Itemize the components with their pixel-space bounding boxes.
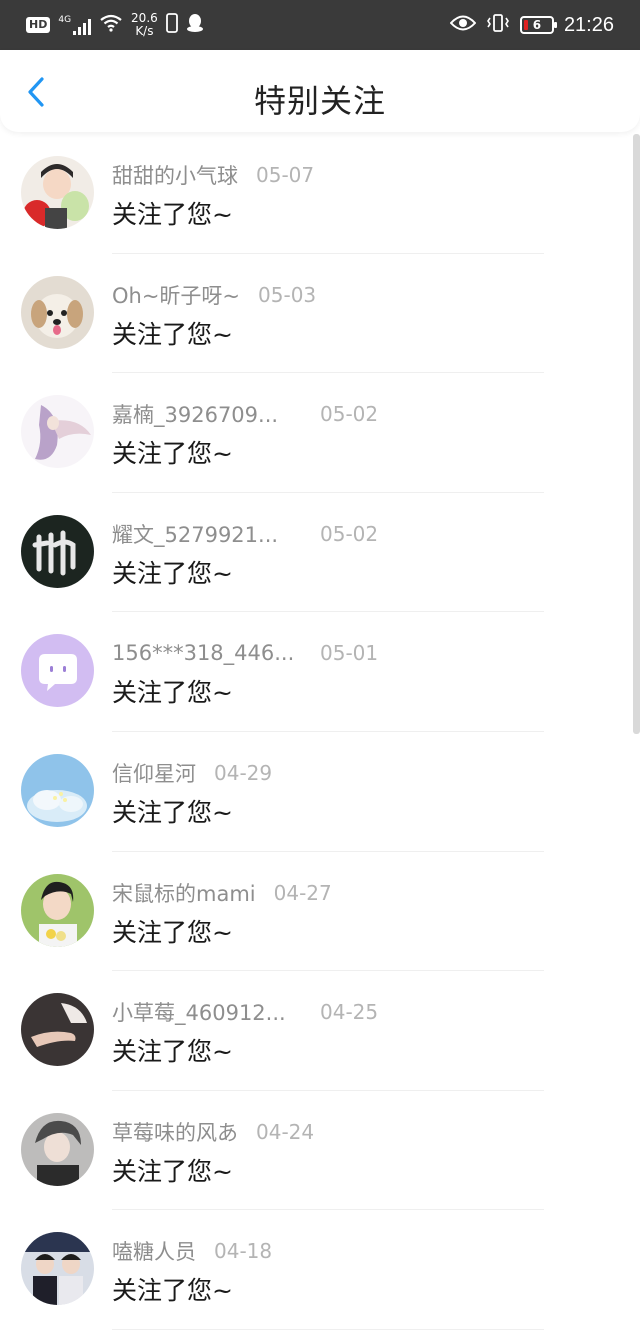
- name-line: 156***318_446... 05-01: [112, 638, 378, 668]
- follow-message: 关注了您~: [112, 797, 233, 827]
- user-name[interactable]: 嘉楠_3926709...: [112, 399, 302, 429]
- user-name[interactable]: 草莓味的风あ: [112, 1117, 238, 1147]
- follow-list: 甜甜的小气球 05-07 关注了您~ Oh~昕子呀~ 05-03 关注了您~ 嘉…: [0, 134, 640, 1330]
- list-item[interactable]: 嗑糖人员 04-18 关注了您~: [0, 1210, 640, 1330]
- follow-date: 05-07: [256, 163, 315, 187]
- battery-icon: 6: [519, 16, 557, 34]
- name-line: 小草莓_460912... 04-25: [112, 997, 378, 1027]
- signal-icon: 4G: [58, 15, 92, 35]
- avatar[interactable]: [21, 993, 94, 1067]
- follow-date: 05-03: [258, 282, 317, 307]
- avatar[interactable]: [21, 156, 94, 229]
- avatar[interactable]: [21, 634, 94, 708]
- name-line: 嗑糖人员 04-18: [112, 1236, 272, 1266]
- user-name[interactable]: Oh~昕子呀~: [112, 280, 240, 310]
- user-name[interactable]: 嗑糖人员: [112, 1236, 196, 1266]
- status-bar-left: HD 4G 20.6 K/s: [26, 10, 204, 40]
- follow-message: 关注了您~: [112, 1037, 233, 1067]
- status-bar-right: 6 21:26: [449, 10, 614, 40]
- name-line: 甜甜的小气球 05-07: [112, 160, 314, 190]
- list-item[interactable]: 信仰星河 04-29 关注了您~: [0, 732, 640, 852]
- follow-date: 05-01: [320, 641, 379, 666]
- speed-unit: K/s: [135, 24, 154, 38]
- avatar[interactable]: [21, 275, 94, 349]
- avatar[interactable]: [21, 1232, 94, 1306]
- follow-message: 关注了您~: [112, 558, 233, 588]
- follow-date: 04-18: [214, 1239, 273, 1264]
- list-item[interactable]: 嘉楠_3926709... 05-02 关注了您~: [0, 373, 640, 493]
- list-item[interactable]: 甜甜的小气球 05-07 关注了您~: [0, 134, 640, 254]
- follow-date: 04-29: [214, 760, 273, 785]
- network-type: 4G: [58, 15, 72, 25]
- status-bar: HD 4G 20.6 K/s 6 21:26: [0, 0, 640, 50]
- follow-message: 关注了您~: [112, 917, 233, 947]
- follow-message: 关注了您~: [112, 1276, 233, 1306]
- list-item[interactable]: 宋鼠标的mami 04-27 关注了您~: [0, 852, 640, 972]
- follow-date: 04-27: [273, 880, 332, 905]
- follow-message: 关注了您~: [112, 1156, 233, 1186]
- avatar[interactable]: [21, 1112, 94, 1186]
- follow-date: 04-25: [320, 1000, 379, 1025]
- vibrate-icon: [486, 13, 510, 37]
- follow-date: 05-02: [320, 521, 379, 546]
- user-name[interactable]: 甜甜的小气球: [112, 160, 238, 190]
- name-line: 嘉楠_3926709... 05-02: [112, 399, 378, 429]
- avatar[interactable]: [21, 873, 94, 947]
- user-name[interactable]: 小草莓_460912...: [112, 997, 302, 1027]
- name-line: 宋鼠标的mami 04-27: [112, 878, 332, 908]
- list-item[interactable]: 156***318_446... 05-01 关注了您~: [0, 612, 640, 732]
- scrollbar[interactable]: [633, 134, 640, 734]
- qq-icon: [186, 13, 204, 37]
- follow-message: 关注了您~: [112, 319, 233, 349]
- follow-date: 04-24: [256, 1119, 315, 1144]
- user-name[interactable]: 156***318_446...: [112, 641, 302, 665]
- list-item[interactable]: Oh~昕子呀~ 05-03 关注了您~: [0, 254, 640, 374]
- name-line: 信仰星河 04-29: [112, 758, 272, 788]
- name-line: 草莓味的风あ 04-24: [112, 1117, 314, 1147]
- wifi-icon: [99, 14, 123, 36]
- avatar[interactable]: [21, 514, 94, 588]
- name-line: 耀文_5279921... 05-02: [112, 519, 378, 549]
- phone-icon: [165, 13, 178, 37]
- user-name[interactable]: 宋鼠标的mami: [112, 878, 256, 908]
- nav-header: 特别关注: [0, 50, 640, 132]
- follow-message: 关注了您~: [112, 678, 233, 708]
- avatar[interactable]: [21, 753, 94, 827]
- follow-message: 关注了您~: [112, 200, 233, 229]
- list-item[interactable]: 草莓味的风あ 04-24 关注了您~: [0, 1091, 640, 1211]
- clock: 21:26: [563, 13, 614, 36]
- eye-icon: [449, 14, 477, 36]
- list-item[interactable]: 耀文_5279921... 05-02 关注了您~: [0, 493, 640, 613]
- user-name[interactable]: 耀文_5279921...: [112, 519, 302, 549]
- list-item[interactable]: 小草莓_460912... 04-25 关注了您~: [0, 971, 640, 1091]
- avatar[interactable]: [21, 395, 94, 469]
- page-title: 特别关注: [253, 82, 386, 120]
- name-line: Oh~昕子呀~ 05-03: [112, 280, 316, 310]
- follow-message: 关注了您~: [112, 439, 233, 469]
- network-speed: 20.6 K/s: [131, 12, 158, 38]
- user-name[interactable]: 信仰星河: [112, 758, 196, 788]
- follow-date: 05-02: [320, 402, 379, 427]
- battery-level: 6: [532, 18, 542, 32]
- hd-badge: HD: [26, 17, 51, 33]
